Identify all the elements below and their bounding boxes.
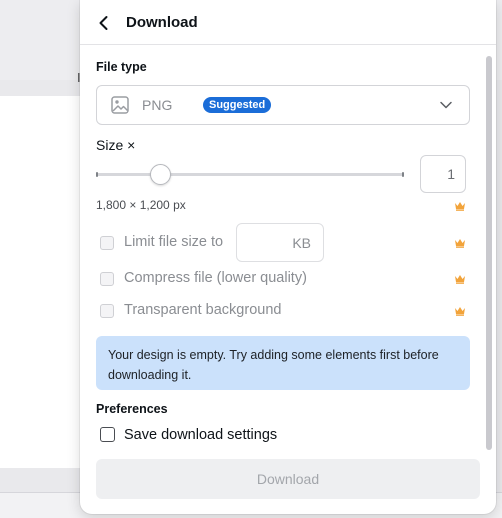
file-size-input[interactable]: KB xyxy=(236,223,324,262)
file-type-select[interactable]: PNG Suggested xyxy=(96,85,470,125)
dimensions-text: 1,800 × 1,200 px xyxy=(96,198,186,212)
back-arrow-icon[interactable] xyxy=(94,13,114,33)
crown-icon xyxy=(455,307,465,316)
chevron-down-icon xyxy=(440,101,452,109)
compress-label: Compress file (lower quality) xyxy=(124,270,307,286)
limit-size-checkbox[interactable] xyxy=(100,236,114,250)
panel-title: Download xyxy=(126,14,198,31)
image-icon xyxy=(111,96,129,114)
size-label: Size × xyxy=(96,137,136,153)
crown-icon xyxy=(455,202,465,211)
crown-icon xyxy=(455,239,465,248)
download-button[interactable]: Download xyxy=(96,459,480,499)
size-number-input[interactable]: 1 xyxy=(420,155,466,193)
slider-max-tick xyxy=(402,172,404,177)
limit-size-label: Limit file size to xyxy=(124,234,224,250)
size-slider-thumb[interactable] xyxy=(150,164,171,185)
crown-icon xyxy=(455,275,465,284)
suggested-badge: Suggested xyxy=(203,97,272,113)
download-panel: Download File type PNG Suggested Size × … xyxy=(80,0,496,514)
canvas-area xyxy=(0,96,92,468)
panel-scrollbar[interactable] xyxy=(486,56,492,450)
slider-min-tick xyxy=(96,172,98,177)
size-slider-track[interactable] xyxy=(96,172,404,177)
save-settings-label: Save download settings xyxy=(124,427,278,443)
panel-header: Download xyxy=(80,0,496,45)
preferences-label: Preferences xyxy=(96,402,168,416)
save-settings-checkbox[interactable] xyxy=(100,427,115,442)
empty-design-notice: Your design is empty. Try adding some el… xyxy=(96,336,470,390)
transparent-checkbox[interactable] xyxy=(100,304,114,318)
transparent-label: Transparent background xyxy=(124,302,282,318)
file-type-label: File type xyxy=(96,60,147,74)
compress-checkbox[interactable] xyxy=(100,272,114,286)
file-type-value: PNG xyxy=(142,97,173,113)
